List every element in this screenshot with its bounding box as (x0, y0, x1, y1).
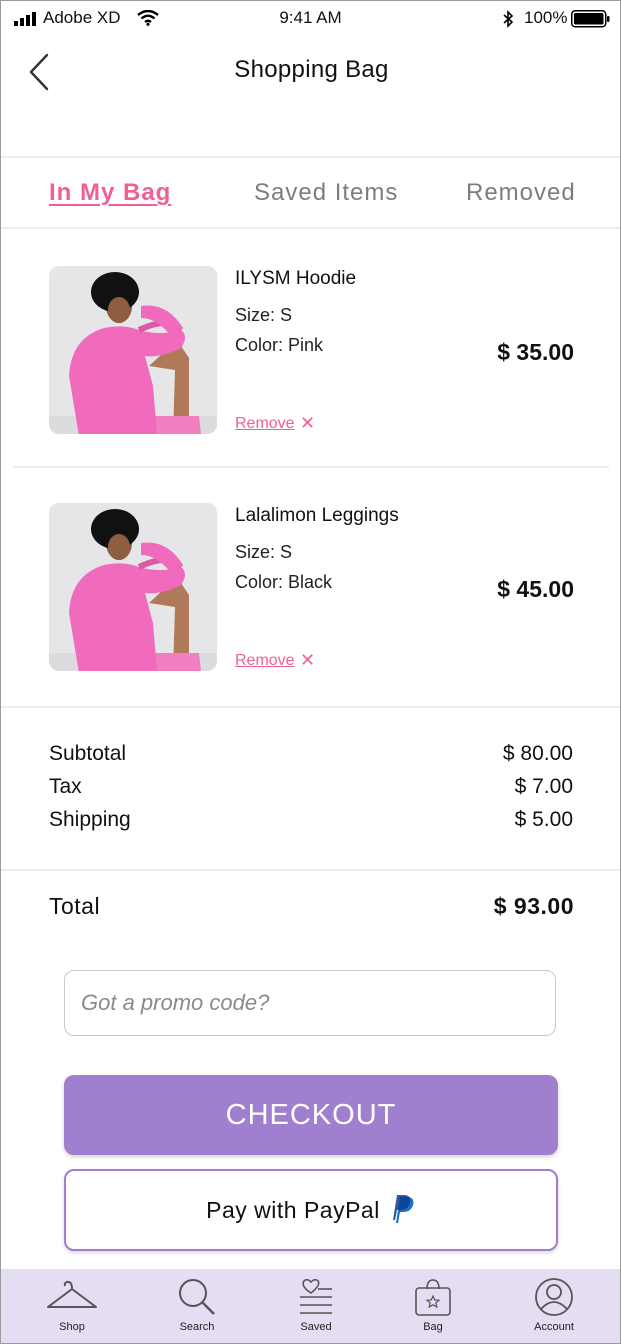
divider (13, 466, 609, 468)
nav-item-bag[interactable]: Bag (388, 1269, 478, 1343)
tax-label: Tax (49, 775, 82, 798)
nav-item-shop[interactable]: Shop (27, 1269, 117, 1343)
tax-value: $ 7.00 (514, 775, 573, 798)
tab-saved-items[interactable]: Saved Items (254, 179, 398, 207)
product-size: Size: S (235, 542, 293, 562)
nav-label: Account (534, 1321, 574, 1333)
nav-label: Search (179, 1321, 215, 1333)
divider (1, 156, 620, 158)
bluetooth-icon (503, 10, 514, 28)
battery-icon (571, 10, 610, 28)
nav-item-saved[interactable]: Saved (271, 1269, 361, 1343)
product-color: Color: Black (235, 572, 333, 592)
promo-code-input[interactable] (64, 970, 556, 1036)
divider (1, 706, 620, 708)
product-name: Lalalimon Leggings (235, 505, 399, 526)
nav-label: Saved (300, 1321, 332, 1333)
remove-link[interactable]: Remove (235, 652, 295, 670)
page-title: Shopping Bag (234, 56, 389, 83)
product-size: Size: S (235, 305, 293, 325)
bottom-nav: Shop Search Saved Bag Account (1, 1269, 620, 1343)
subtotal-label: Subtotal (49, 742, 127, 765)
app-screen: Adobe XD 9:41 AM 100% Shopping Bag In My… (0, 0, 621, 1344)
product-price: $ 35.00 (497, 339, 574, 365)
divider (1, 227, 620, 229)
shipping-value: $ 5.00 (514, 808, 573, 831)
product-image[interactable] (49, 266, 217, 434)
paypal-button[interactable]: Pay with PayPal (64, 1169, 558, 1251)
total-value: $ 93.00 (493, 893, 574, 919)
cart-item: Lalalimon Leggings Size: S Color: Black … (1, 503, 620, 673)
nav-label: Shop (59, 1321, 85, 1333)
remove-link[interactable]: Remove (235, 415, 295, 433)
status-bar: Adobe XD 9:41 AM 100% (1, 1, 620, 37)
shipping-label: Shipping (49, 808, 131, 831)
subtotal-value: $ 80.00 (502, 742, 573, 765)
cart-item: ILYSM Hoodie Size: S Color: Pink $ 35.00… (1, 266, 620, 436)
checkout-button[interactable]: CHECKOUT (64, 1075, 558, 1155)
product-color: Color: Pink (235, 335, 324, 355)
total-label: Total (49, 893, 101, 919)
bag-icon (415, 1279, 451, 1316)
account-icon (535, 1278, 573, 1316)
tab-removed[interactable]: Removed (466, 179, 576, 207)
close-icon[interactable]: ✕ (300, 650, 315, 671)
checkout-label: CHECKOUT (225, 1098, 397, 1131)
saved-list-icon (300, 1278, 332, 1314)
product-image[interactable] (49, 503, 217, 671)
divider (1, 869, 620, 871)
nav-item-search[interactable]: Search (152, 1269, 242, 1343)
hanger-icon (47, 1280, 97, 1308)
battery-percent: 100% (524, 8, 568, 27)
nav-item-account[interactable]: Account (509, 1269, 599, 1343)
product-price: $ 45.00 (497, 576, 574, 602)
close-icon[interactable]: ✕ (300, 413, 315, 434)
product-name: ILYSM Hoodie (235, 268, 357, 289)
paypal-label: Pay with PayPal (206, 1196, 380, 1223)
nav-label: Bag (423, 1321, 443, 1333)
paypal-logo-icon (392, 1195, 414, 1223)
tab-in-my-bag[interactable]: In My Bag (49, 179, 171, 207)
search-icon (179, 1279, 215, 1315)
